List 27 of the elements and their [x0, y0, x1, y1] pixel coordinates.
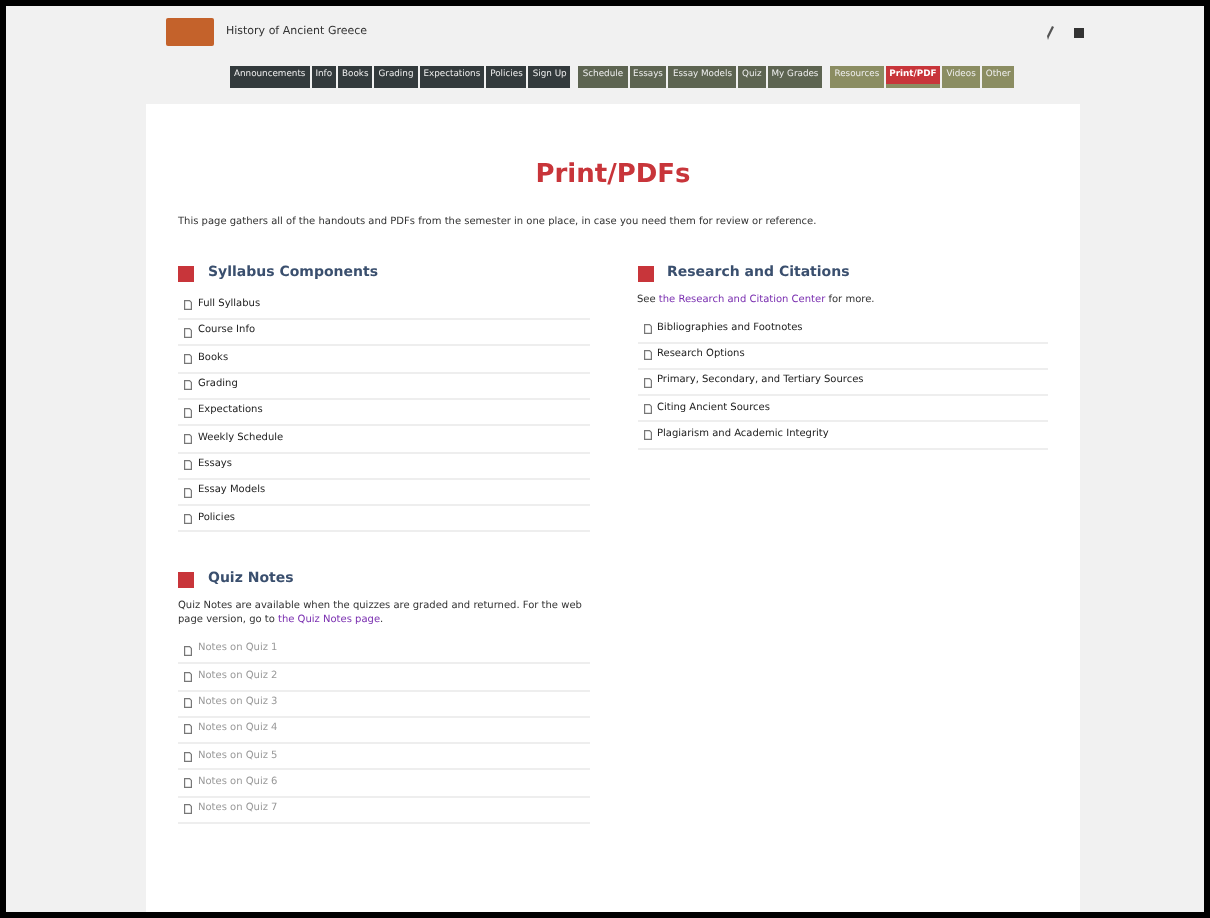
section-marker — [637, 265, 653, 282]
document-icon — [184, 698, 192, 709]
document-icon — [643, 350, 651, 361]
page-title: Print/PDFs — [533, 158, 693, 195]
document-icon — [184, 327, 192, 338]
document-icon — [184, 354, 192, 365]
document-icon — [643, 403, 651, 414]
document-icon — [184, 460, 192, 471]
document-icon — [184, 671, 192, 682]
document-icon — [184, 724, 192, 735]
document-icon — [643, 430, 651, 441]
document-icon — [184, 804, 192, 815]
document-icon — [643, 323, 651, 334]
square-icon[interactable] — [1074, 27, 1084, 37]
section-marker — [178, 265, 194, 282]
document-icon — [184, 751, 192, 762]
document-icon — [184, 407, 192, 418]
document-icon — [184, 513, 192, 524]
document-icon — [643, 377, 651, 388]
section-marker — [178, 571, 194, 588]
document-icon — [184, 487, 192, 497]
document-icon — [184, 300, 192, 311]
pencil-icon[interactable] — [1046, 25, 1054, 39]
document-icon — [184, 433, 192, 444]
document-icon — [184, 778, 192, 789]
document-icon — [184, 380, 192, 391]
document-icon — [184, 645, 192, 656]
